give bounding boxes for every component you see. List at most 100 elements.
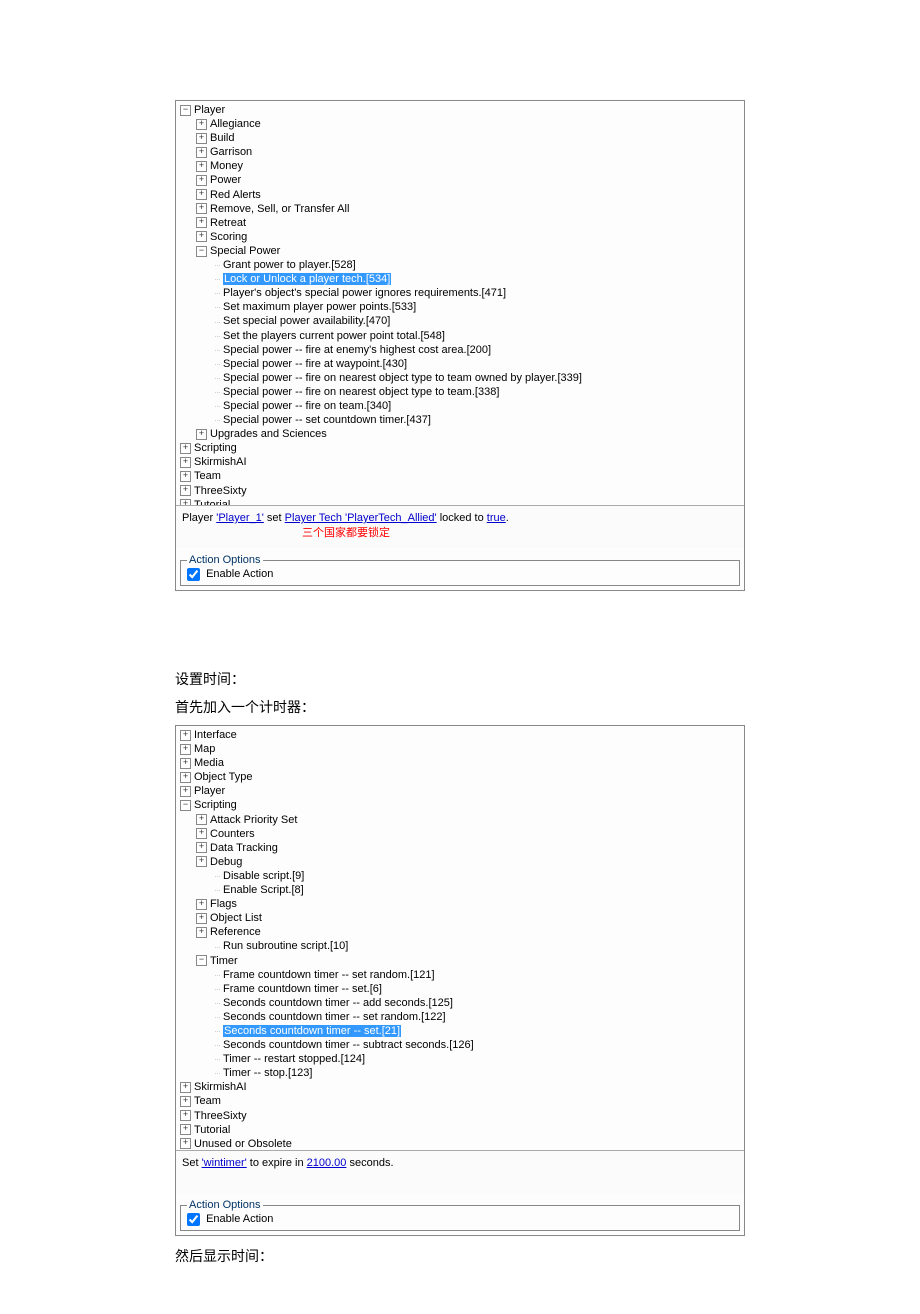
tree-item-label[interactable]: Data Tracking	[210, 842, 278, 854]
tree-branch[interactable]: +Interface	[180, 728, 740, 742]
expand-icon[interactable]: +	[180, 758, 191, 769]
tree-item-label[interactable]: Money	[210, 160, 243, 172]
tree-branch[interactable]: +Object Type	[180, 770, 740, 784]
tree-item-label[interactable]: Grant power to player.[528]	[223, 259, 356, 271]
tree-leaf[interactable]: …Grant power to player.[528]	[180, 258, 740, 272]
tree-item-label[interactable]: Set the players current power point tota…	[223, 330, 445, 342]
action-tree-1[interactable]: −Player+Allegiance+Build+Garrison+Money+…	[176, 101, 744, 505]
tree-branch[interactable]: +SkirmishAI	[180, 455, 740, 469]
tree-item-label[interactable]: Seconds countdown timer -- add seconds.[…	[223, 997, 453, 1009]
tree-item-label[interactable]: Object Type	[194, 771, 253, 783]
tree-leaf[interactable]: …Disable script.[9]	[180, 869, 740, 883]
tree-item-label[interactable]: Seconds countdown timer -- set random.[1…	[223, 1011, 446, 1023]
tree-branch[interactable]: +Power	[180, 173, 740, 187]
tree-branch[interactable]: +Scoring	[180, 230, 740, 244]
expand-icon[interactable]: +	[180, 1110, 191, 1121]
tree-branch[interactable]: +Debug	[180, 855, 740, 869]
tree-branch[interactable]: +Scripting	[180, 441, 740, 455]
enable-action-checkbox-2[interactable]	[187, 1213, 200, 1226]
tree-leaf[interactable]: …Special power -- fire on nearest object…	[180, 371, 740, 385]
tree-leaf[interactable]: …Lock or Unlock a player tech.[534]	[180, 272, 740, 286]
link-seconds[interactable]: 2100.00	[307, 1157, 347, 1169]
collapse-icon[interactable]: −	[180, 105, 191, 116]
enable-action-label[interactable]: Enable Action	[187, 568, 273, 580]
expand-icon[interactable]: +	[180, 1096, 191, 1107]
expand-icon[interactable]: +	[196, 161, 207, 172]
tree-branch[interactable]: +Allegiance	[180, 117, 740, 131]
tree-item-label[interactable]: Object List	[210, 912, 262, 924]
tree-branch[interactable]: +ThreeSixty	[180, 1109, 740, 1123]
tree-item-label[interactable]: Counters	[210, 828, 255, 840]
tree-leaf[interactable]: …Run subroutine script.[10]	[180, 939, 740, 953]
tree-leaf[interactable]: …Special power -- fire on team.[340]	[180, 399, 740, 413]
expand-icon[interactable]: +	[180, 1124, 191, 1135]
tree-branch[interactable]: +Tutorial	[180, 1123, 740, 1137]
tree-leaf[interactable]: …Set the players current power point tot…	[180, 329, 740, 343]
tree-item-label[interactable]: Upgrades and Sciences	[210, 428, 327, 440]
link-wintimer[interactable]: 'wintimer'	[202, 1157, 247, 1169]
tree-item-label[interactable]: Attack Priority Set	[210, 814, 297, 826]
expand-icon[interactable]: +	[196, 814, 207, 825]
tree-branch[interactable]: +Attack Priority Set	[180, 813, 740, 827]
tree-branch[interactable]: +Team	[180, 1094, 740, 1108]
tree-item-label[interactable]: Player	[194, 104, 225, 116]
tree-item-label[interactable]: Tutorial	[194, 1124, 230, 1136]
tree-item-label[interactable]: Seconds countdown timer -- set.[21]	[223, 1025, 401, 1037]
tree-leaf[interactable]: …Special power -- fire at waypoint.[430]	[180, 357, 740, 371]
tree-branch[interactable]: +Player	[180, 784, 740, 798]
tree-item-label[interactable]: Flags	[210, 898, 237, 910]
expand-icon[interactable]: +	[180, 786, 191, 797]
tree-item-label[interactable]: Scoring	[210, 231, 247, 243]
tree-item-label[interactable]: Red Alerts	[210, 189, 261, 201]
tree-item-label[interactable]: Seconds countdown timer -- subtract seco…	[223, 1039, 474, 1051]
tree-leaf[interactable]: …Set special power availability.[470]	[180, 314, 740, 328]
tree-item-label[interactable]: Player	[194, 785, 225, 797]
tree-branch[interactable]: +Media	[180, 756, 740, 770]
tree-leaf[interactable]: …Special power -- fire at enemy's highes…	[180, 343, 740, 357]
expand-icon[interactable]: +	[196, 927, 207, 938]
expand-icon[interactable]: +	[180, 730, 191, 741]
tree-item-label[interactable]: Enable Script.[8]	[223, 884, 304, 896]
expand-icon[interactable]: +	[180, 457, 191, 468]
expand-icon[interactable]: +	[196, 429, 207, 440]
expand-icon[interactable]: +	[180, 499, 191, 505]
tree-item-label[interactable]: Debug	[210, 856, 242, 868]
expand-icon[interactable]: +	[180, 772, 191, 783]
tree-item-label[interactable]: Retreat	[210, 217, 246, 229]
link-player[interactable]: 'Player_1'	[216, 512, 264, 524]
tree-branch[interactable]: +Data Tracking	[180, 841, 740, 855]
tree-branch[interactable]: +Retreat	[180, 216, 740, 230]
tree-item-label[interactable]: Special power -- fire at enemy's highest…	[223, 344, 491, 356]
tree-item-label[interactable]: Lock or Unlock a player tech.[534]	[223, 273, 391, 285]
tree-branch[interactable]: −Timer	[180, 954, 740, 968]
tree-branch[interactable]: −Scripting	[180, 798, 740, 812]
tree-item-label[interactable]: Timer -- restart stopped.[124]	[223, 1053, 365, 1065]
enable-action-checkbox[interactable]	[187, 568, 200, 581]
tree-branch[interactable]: +Garrison	[180, 145, 740, 159]
link-true[interactable]: true	[487, 512, 506, 524]
tree-item-label[interactable]: Timer	[210, 955, 238, 967]
tree-leaf[interactable]: …Seconds countdown timer -- subtract sec…	[180, 1038, 740, 1052]
tree-branch[interactable]: +Team	[180, 469, 740, 483]
tree-item-label[interactable]: Special power -- fire on nearest object …	[223, 386, 499, 398]
tree-item-label[interactable]: Remove, Sell, or Transfer All	[210, 203, 349, 215]
tree-item-label[interactable]: Media	[194, 757, 224, 769]
tree-item-label[interactable]: Disable script.[9]	[223, 870, 304, 882]
tree-item-label[interactable]: Set special power availability.[470]	[223, 316, 390, 328]
tree-branch[interactable]: +Money	[180, 159, 740, 173]
tree-leaf[interactable]: …Special power -- set countdown timer.[4…	[180, 413, 740, 427]
tree-leaf[interactable]: …Seconds countdown timer -- add seconds.…	[180, 996, 740, 1010]
tree-branch[interactable]: +Red Alerts	[180, 188, 740, 202]
tree-item-label[interactable]: Special power -- fire at waypoint.[430]	[223, 358, 407, 370]
tree-item-label[interactable]: Allegiance	[210, 118, 261, 130]
expand-icon[interactable]: +	[196, 913, 207, 924]
expand-icon[interactable]: +	[196, 856, 207, 867]
tree-item-label[interactable]: Special Power	[210, 245, 280, 257]
tree-leaf[interactable]: …Frame countdown timer -- set.[6]	[180, 982, 740, 996]
tree-branch[interactable]: +Build	[180, 131, 740, 145]
tree-branch[interactable]: +Counters	[180, 827, 740, 841]
tree-leaf[interactable]: …Set maximum player power points.[533]	[180, 300, 740, 314]
tree-leaf[interactable]: …Timer -- stop.[123]	[180, 1066, 740, 1080]
tree-item-label[interactable]: Build	[210, 132, 234, 144]
tree-item-label[interactable]: Special power -- fire on nearest object …	[223, 372, 582, 384]
